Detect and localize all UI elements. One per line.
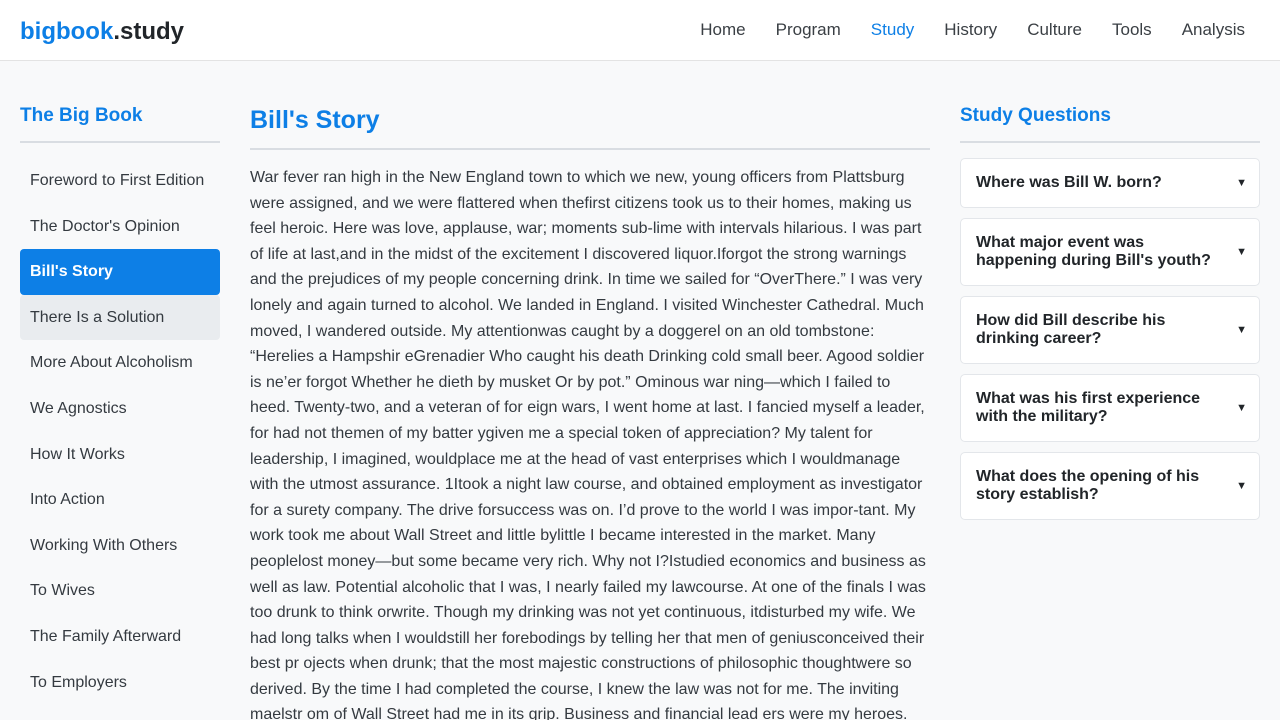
nav-link-analysis[interactable]: Analysis [1167, 0, 1260, 60]
top-navbar: bigbook.study Home Program Study History… [0, 0, 1280, 61]
triangle-down-icon: ▼ [1236, 177, 1247, 189]
brand-logo-link[interactable]: bigbook.study [20, 17, 184, 47]
chapter-text: War fever ran high in the New England to… [250, 169, 926, 720]
study-question-card[interactable]: What does the opening of his story estab… [960, 452, 1260, 520]
brand-rest-text: .study [113, 18, 185, 45]
study-question-text: How did Bill describe his drinking caree… [976, 312, 1166, 347]
study-question-text: What was his first experience with the m… [976, 390, 1201, 425]
sidebar-item-we-agnostics[interactable]: We Agnostics [20, 386, 220, 432]
nav-link-culture[interactable]: Culture [1012, 0, 1097, 60]
study-question-card[interactable]: What was his first experience with the m… [960, 374, 1260, 442]
nav-link-program[interactable]: Program [761, 0, 856, 60]
sidebar-item-more-about-alcoholism[interactable]: More About Alcoholism [20, 340, 220, 386]
sidebar-item-into-action[interactable]: Into Action [20, 477, 220, 523]
study-questions-title: Study Questions [960, 100, 1260, 143]
triangle-down-icon: ▼ [1236, 246, 1247, 258]
sidebar-item-bills-story[interactable]: Bill's Story [20, 249, 220, 295]
sidebar-item-there-is-a-solution[interactable]: There Is a Solution [20, 294, 220, 341]
chapter-title: Bill's Story [250, 100, 930, 150]
nav-link-history[interactable]: History [929, 0, 1012, 60]
sidebar-item-to-employers[interactable]: To Employers [20, 660, 220, 706]
triangle-down-icon: ▼ [1236, 480, 1247, 492]
sidebar-item-doctors-opinion[interactable]: The Doctor's Opinion [20, 204, 220, 250]
main-nav: Home Program Study History Culture Tools… [685, 0, 1260, 60]
sidebar-item-working-with-others[interactable]: Working With Others [20, 523, 220, 569]
study-question-card[interactable]: How did Bill describe his drinking caree… [960, 296, 1260, 364]
triangle-down-icon: ▼ [1236, 324, 1247, 336]
chapter-content: Bill's Story War fever ran high in the N… [250, 100, 930, 720]
sidebar-item-how-it-works[interactable]: How It Works [20, 432, 220, 478]
sidebar-item-foreword[interactable]: Foreword to First Edition [20, 158, 220, 204]
chapter-list: Foreword to First Edition The Doctor's O… [20, 158, 220, 705]
chapter-sidebar: The Big Book Foreword to First Edition T… [20, 100, 220, 705]
study-question-text: Where was Bill W. born? [976, 174, 1162, 191]
study-questions-panel: Study Questions Where was Bill W. born? … [960, 100, 1260, 530]
nav-link-tools[interactable]: Tools [1097, 0, 1167, 60]
study-question-text: What major event was happening during Bi… [976, 234, 1211, 269]
triangle-down-icon: ▼ [1236, 402, 1247, 414]
sidebar-item-family-afterward[interactable]: The Family Afterward [20, 614, 220, 660]
study-question-text: What does the opening of his story estab… [976, 468, 1200, 503]
nav-link-study[interactable]: Study [856, 0, 929, 60]
brand-accent-text: bigbook [20, 18, 114, 45]
study-question-card[interactable]: Where was Bill W. born? ▼ [960, 158, 1260, 208]
study-question-card[interactable]: What major event was happening during Bi… [960, 218, 1260, 286]
nav-link-home[interactable]: Home [685, 0, 760, 60]
sidebar-title: The Big Book [20, 100, 220, 143]
sidebar-item-to-wives[interactable]: To Wives [20, 568, 220, 614]
